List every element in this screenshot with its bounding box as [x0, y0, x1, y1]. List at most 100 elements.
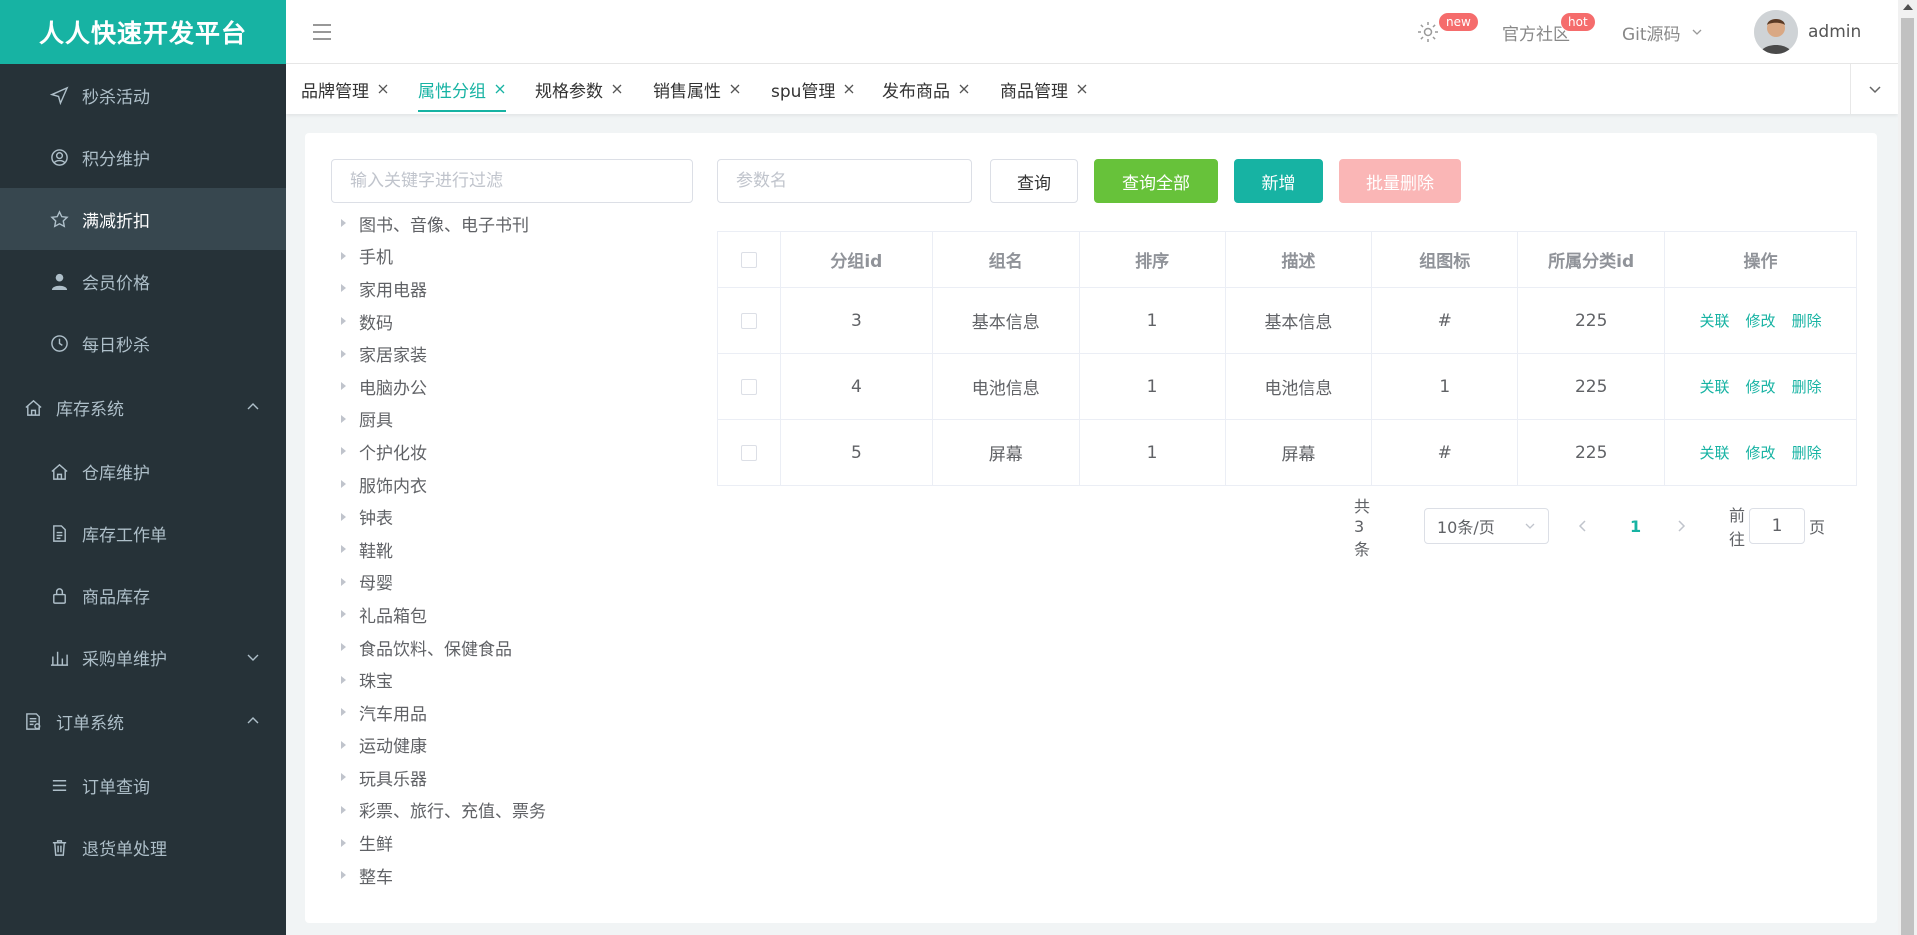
sidebar-item-9[interactable]: 采购单维护: [0, 626, 286, 688]
close-icon[interactable]: [494, 83, 506, 95]
row-checkbox[interactable]: [740, 378, 757, 395]
caret-right-icon[interactable]: [341, 577, 346, 586]
prev-page-button[interactable]: [1577, 508, 1589, 544]
community-link[interactable]: 官方社区 hot: [1502, 0, 1596, 64]
user-menu[interactable]: admin: [1754, 0, 1861, 64]
caret-right-icon[interactable]: [341, 643, 346, 652]
tab-4[interactable]: spu管理: [771, 64, 855, 114]
tree-node[interactable]: 彩票、旅行、充值、票务: [341, 794, 546, 827]
tree-node[interactable]: 礼品箱包: [341, 598, 546, 631]
tree-node[interactable]: 手机: [341, 240, 546, 273]
page-size-select[interactable]: 10条/页: [1424, 508, 1549, 544]
tree-node[interactable]: 整车: [341, 859, 546, 892]
caret-right-icon[interactable]: [341, 545, 346, 554]
caret-right-icon[interactable]: [341, 480, 346, 489]
caret-right-icon[interactable]: [341, 414, 346, 423]
caret-right-icon[interactable]: [341, 838, 346, 847]
hamburger-icon[interactable]: [312, 22, 332, 42]
tree-node[interactable]: 图书、音像、电子书刊: [341, 207, 546, 240]
sidebar-item-6[interactable]: 仓库维护: [0, 440, 286, 502]
sidebar-item-10[interactable]: 订单系统: [0, 688, 286, 754]
next-page-button[interactable]: [1675, 508, 1687, 544]
tab-6[interactable]: 商品管理: [1000, 64, 1088, 114]
caret-right-icon[interactable]: [341, 251, 346, 260]
delete-link[interactable]: 删除: [1792, 444, 1822, 462]
caret-right-icon[interactable]: [341, 317, 346, 326]
caret-right-icon[interactable]: [341, 349, 346, 358]
close-icon[interactable]: [958, 83, 970, 95]
close-icon[interactable]: [611, 83, 623, 95]
sidebar-item-7[interactable]: 库存工作单: [0, 502, 286, 564]
tree-node[interactable]: 运动健康: [341, 729, 546, 762]
caret-right-icon[interactable]: [341, 512, 346, 521]
tree-node[interactable]: 家居家装: [341, 337, 546, 370]
close-icon[interactable]: [377, 83, 389, 95]
tab-1[interactable]: 属性分组: [418, 64, 506, 114]
delete-link[interactable]: 删除: [1792, 378, 1822, 396]
tab-2[interactable]: 规格参数: [535, 64, 623, 114]
edit-link[interactable]: 修改: [1746, 312, 1776, 330]
sidebar-item-5[interactable]: 库存系统: [0, 374, 286, 440]
caret-right-icon[interactable]: [341, 740, 346, 749]
caret-right-icon[interactable]: [341, 708, 346, 717]
caret-right-icon[interactable]: [341, 382, 346, 391]
close-icon[interactable]: [843, 83, 855, 95]
sidebar-item-4[interactable]: 每日秒杀: [0, 312, 286, 374]
scroll-up-icon[interactable]: [1903, 4, 1913, 10]
close-icon[interactable]: [1076, 83, 1088, 95]
sidebar-item-1[interactable]: 积分维护: [0, 126, 286, 188]
row-checkbox[interactable]: [740, 444, 757, 461]
page-scrollbar[interactable]: [1898, 0, 1917, 935]
caret-right-icon[interactable]: [341, 805, 346, 814]
git-dropdown[interactable]: Git源码: [1622, 0, 1703, 64]
tab-0[interactable]: 品牌管理: [301, 64, 389, 114]
edit-link[interactable]: 修改: [1746, 378, 1776, 396]
delete-link[interactable]: 删除: [1792, 312, 1822, 330]
caret-right-icon[interactable]: [341, 219, 346, 228]
caret-right-icon[interactable]: [341, 447, 346, 456]
sidebar-item-11[interactable]: 订单查询: [0, 754, 286, 816]
param-name-input[interactable]: [717, 159, 972, 203]
tree-node[interactable]: 钟表: [341, 500, 546, 533]
tree-node[interactable]: 食品饮料、保健食品: [341, 631, 546, 664]
query-button[interactable]: 查询: [990, 159, 1078, 203]
tree-node[interactable]: 鞋靴: [341, 533, 546, 566]
caret-right-icon[interactable]: [341, 675, 346, 684]
add-button[interactable]: 新增: [1234, 159, 1323, 203]
caret-right-icon[interactable]: [341, 871, 346, 880]
edit-link[interactable]: 修改: [1746, 444, 1776, 462]
batch-delete-button[interactable]: 批量删除: [1339, 159, 1461, 203]
relate-link[interactable]: 关联: [1700, 312, 1730, 330]
tree-node[interactable]: 电脑办公: [341, 370, 546, 403]
tree-node[interactable]: 服饰内衣: [341, 468, 546, 501]
tab-5[interactable]: 发布商品: [882, 64, 970, 114]
row-checkbox[interactable]: [740, 312, 757, 329]
tree-node[interactable]: 珠宝: [341, 663, 546, 696]
tab-3[interactable]: 销售属性: [653, 64, 741, 114]
tree-node[interactable]: 生鲜: [341, 826, 546, 859]
caret-right-icon[interactable]: [341, 284, 346, 293]
sidebar-item-2[interactable]: 满减折扣: [0, 188, 286, 250]
sidebar-item-0[interactable]: 秒杀活动: [0, 64, 286, 126]
settings-button[interactable]: new: [1416, 0, 1479, 64]
goto-page-input[interactable]: [1749, 508, 1806, 544]
scrollbar-thumb[interactable]: [1901, 18, 1914, 935]
tree-node[interactable]: 数码: [341, 305, 546, 338]
tree-node[interactable]: 个护化妆: [341, 435, 546, 468]
caret-right-icon[interactable]: [341, 773, 346, 782]
sidebar-item-8[interactable]: 商品库存: [0, 564, 286, 626]
tabs-more-button[interactable]: [1850, 64, 1898, 114]
relate-link[interactable]: 关联: [1700, 444, 1730, 462]
close-icon[interactable]: [729, 83, 741, 95]
select-all-checkbox[interactable]: [740, 251, 757, 268]
category-filter-input[interactable]: [331, 159, 693, 203]
tree-node[interactable]: 家用电器: [341, 272, 546, 305]
tree-node[interactable]: 玩具乐器: [341, 761, 546, 794]
tree-node[interactable]: 厨具: [341, 403, 546, 436]
relate-link[interactable]: 关联: [1700, 378, 1730, 396]
page-number-current[interactable]: 1: [1630, 508, 1641, 544]
tree-node[interactable]: 母婴: [341, 566, 546, 599]
sidebar-item-3[interactable]: 会员价格: [0, 250, 286, 312]
caret-right-icon[interactable]: [341, 610, 346, 619]
sidebar-item-12[interactable]: 退货单处理: [0, 816, 286, 878]
